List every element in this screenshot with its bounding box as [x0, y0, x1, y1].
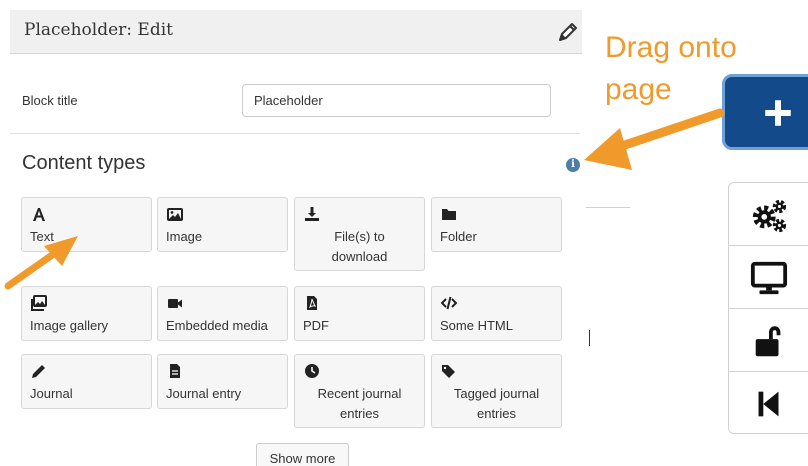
text-cursor [589, 330, 590, 346]
content-type-some-html[interactable]: Some HTML [431, 286, 562, 341]
content-types-heading: Content types [22, 152, 146, 174]
content-type-label-line1: Recent journal [317, 386, 402, 401]
content-type-label: Journal entry [166, 386, 242, 401]
document-icon [170, 364, 180, 378]
content-type-label: Text [30, 229, 54, 244]
clock-icon [305, 364, 319, 378]
content-type-tagged-journal-entries[interactable]: Tagged journal entries [431, 354, 562, 428]
content-type-folder[interactable]: Folder [431, 197, 562, 252]
drag-annotation: Drag onto page [605, 27, 737, 111]
content-type-label-line2: download [331, 249, 388, 264]
configure-button[interactable] [729, 183, 808, 246]
block-title-label: Block title [22, 93, 78, 108]
video-camera-icon [168, 299, 182, 308]
content-type-journal-entry[interactable]: Journal entry [157, 354, 288, 409]
text-icon [33, 208, 45, 221]
edit-block-modal: Placeholder: Edit Block title Content ty… [0, 0, 582, 466]
image-icon [167, 208, 183, 221]
unlock-icon [755, 326, 781, 357]
folder-icon [442, 209, 456, 220]
modal-title: Placeholder: Edit [24, 20, 173, 40]
content-type-text[interactable]: Text [21, 197, 152, 252]
content-type-label: Folder [440, 229, 477, 244]
unlock-button[interactable] [729, 309, 808, 372]
content-type-pdf[interactable]: PDF [294, 286, 425, 341]
show-more-button[interactable]: Show more [256, 443, 349, 466]
content-type-image-gallery[interactable]: Image gallery [21, 286, 152, 341]
drag-annotation-line2: page [605, 73, 672, 106]
pdf-file-icon [307, 296, 317, 310]
content-type-label-line2: entries [476, 406, 517, 421]
content-type-label-line1: File(s) to [334, 229, 385, 244]
gears-icon [752, 199, 787, 233]
arrow-to-info [584, 108, 725, 170]
add-block-button[interactable] [722, 74, 808, 150]
content-type-label-line1: Tagged journal [453, 386, 540, 401]
content-type-recent-journal-entries[interactable]: Recent journal entries [294, 354, 425, 428]
monitor-icon [750, 261, 788, 295]
side-toolbar [728, 182, 808, 434]
image-gallery-icon [31, 295, 47, 311]
divider [10, 133, 580, 134]
page-divider [586, 207, 630, 208]
modal-header: Placeholder: Edit [10, 10, 582, 54]
display-page-button[interactable] [729, 246, 808, 309]
edit-pencil-icon[interactable] [556, 20, 580, 44]
info-icon[interactable]: i [566, 158, 580, 172]
content-type-embedded-media[interactable]: Embedded media [157, 286, 288, 341]
content-type-label: Some HTML [440, 318, 513, 333]
block-title-input[interactable] [242, 84, 551, 117]
plus-icon [765, 100, 791, 126]
content-type-journal[interactable]: Journal [21, 354, 152, 409]
return-button[interactable] [729, 372, 808, 435]
content-type-label-line2: entries [339, 406, 380, 421]
content-type-label: Journal [30, 386, 73, 401]
content-type-label: Image gallery [30, 318, 109, 333]
content-type-files-to-download[interactable]: File(s) to download [294, 197, 425, 271]
skip-back-icon [758, 391, 779, 417]
content-type-image[interactable]: Image [157, 197, 288, 252]
download-icon [305, 207, 319, 221]
pencil-icon [32, 365, 45, 378]
code-icon [441, 296, 457, 310]
content-type-label: PDF [303, 318, 329, 333]
drag-annotation-line1: Drag onto [605, 31, 737, 64]
tags-icon [442, 365, 455, 378]
content-type-label: Embedded media [166, 318, 268, 333]
content-type-label: Image [166, 229, 203, 244]
